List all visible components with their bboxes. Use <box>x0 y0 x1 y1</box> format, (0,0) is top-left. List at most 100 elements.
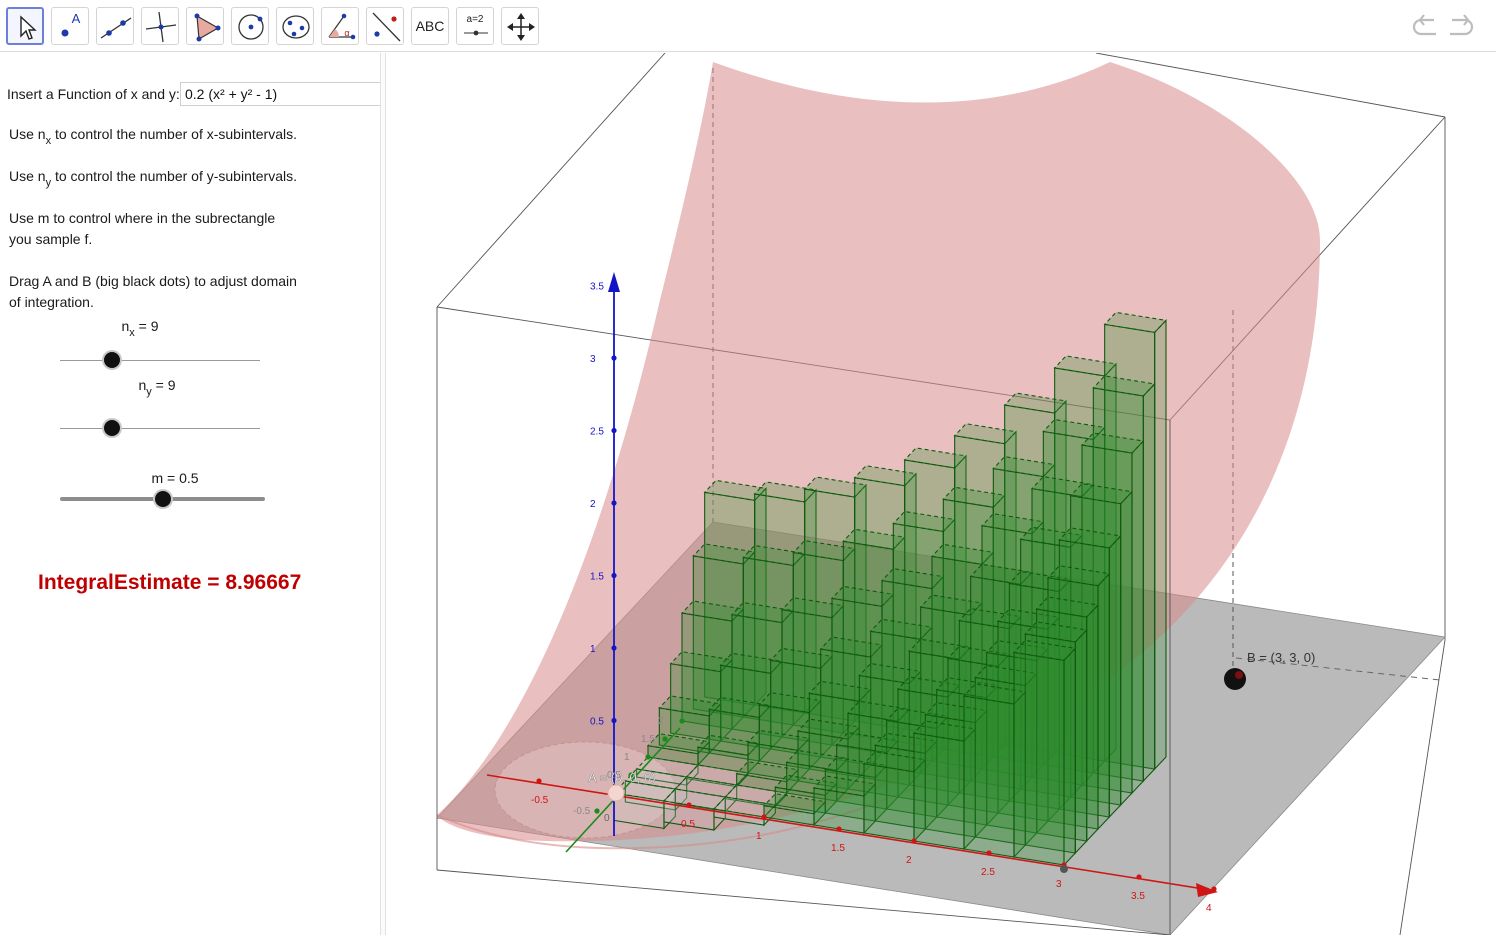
z-axis-tick-mark <box>611 572 617 579</box>
z-axis-tick-mark <box>611 500 617 506</box>
x-axis-tick-mark <box>836 826 842 832</box>
undo-icon[interactable] <box>1410 12 1440 40</box>
redo-icon[interactable] <box>1446 12 1476 40</box>
angle-icon <box>328 13 356 40</box>
line-icon <box>100 17 132 39</box>
origin-label: 0 <box>604 813 610 824</box>
m-name: m <box>151 470 164 486</box>
z-axis-tick-label: 2 <box>590 499 596 510</box>
integral-equals: = <box>207 571 220 594</box>
ny-slider-label: ny = 9 <box>138 377 176 398</box>
ny-value: 9 <box>167 377 176 393</box>
riemann-box-side <box>1063 647 1076 867</box>
nx-slider-knob[interactable] <box>104 352 120 368</box>
riemann-box-side <box>1154 319 1167 771</box>
z-axis-tick-label: 2.5 <box>590 427 604 438</box>
nx-instructions-post: to control the number of x-subintervals. <box>51 126 297 142</box>
move-graphics-tool[interactable] <box>501 7 539 45</box>
riemann-box-side <box>1131 439 1144 795</box>
riemann-box-front <box>913 732 965 850</box>
drag-instructions-line-1: Drag A and B (big black dots) to adjust … <box>9 273 297 289</box>
riemann-box-side <box>1086 603 1099 843</box>
m-slider-label: m = 0.5 <box>151 470 199 486</box>
x-axis-tick-label: 1 <box>756 831 762 842</box>
z-axis-tick-label: 1 <box>590 644 596 655</box>
nx-instructions: Use nx to control the number of x-subint… <box>9 124 297 147</box>
nx-slider-track[interactable] <box>60 360 260 361</box>
function-input-label: Insert a Function of x and y: <box>7 86 180 102</box>
function-input[interactable] <box>180 82 380 106</box>
ny-instructions: Use ny to control the number of y-subint… <box>9 166 297 189</box>
text-tool[interactable]: ABC <box>411 7 449 45</box>
x-axis-tick-label: 0.5 <box>681 819 695 830</box>
point-a[interactable] <box>607 784 625 802</box>
z-axis-arrow <box>608 272 620 292</box>
nx-instructions-sub: x <box>45 135 52 147</box>
x-axis-tick-mark <box>761 814 767 820</box>
m-instructions-line-2: you sample f. <box>9 231 93 247</box>
y-axis-tick-mark <box>594 808 600 814</box>
x-axis-tick-label: 1.5 <box>831 843 845 854</box>
circle-tool[interactable] <box>231 7 269 45</box>
3d-scene[interactable]: -0.50.511.522.533.54-0.50.511.520.511.52… <box>387 53 1496 935</box>
point-b[interactable] <box>1224 668 1246 690</box>
y-axis-tick-mark <box>662 736 668 742</box>
riemann-box-side <box>1108 534 1122 819</box>
angle-tool[interactable]: α <box>321 7 359 45</box>
arrow-cursor-icon <box>20 15 37 40</box>
polygon-tool[interactable] <box>186 7 224 45</box>
z-axis-tick-mark <box>611 645 617 651</box>
nx-value: 9 <box>150 318 159 334</box>
reflect-tool[interactable] <box>366 7 404 45</box>
line-tool[interactable] <box>96 7 134 45</box>
graphics-3d-view[interactable]: -0.5 0.5 1 1.5 2 2.5 3 3.5 4 -0.5 0.5 1 1.5 2 0.5 1 1.5 2… <box>387 53 1496 935</box>
y-axis-tick-label: 1 <box>624 752 630 763</box>
riemann-box-front <box>1013 651 1065 866</box>
nx-slider-label: nx = 9 <box>121 318 159 339</box>
m-instructions: Use m to control where in the subrectang… <box>9 208 275 250</box>
panel-divider[interactable] <box>380 53 386 935</box>
ny-slider-knob[interactable] <box>104 420 120 436</box>
y-axis-tick-label: 2 <box>658 716 664 727</box>
m-slider-knob[interactable] <box>154 491 171 507</box>
slider-tool[interactable]: a=2 <box>456 7 494 45</box>
x-axis-tick-mark <box>686 802 692 808</box>
move-tool[interactable] <box>6 7 44 45</box>
circle-icon <box>238 14 264 40</box>
ny-slider-track[interactable] <box>60 428 260 429</box>
conic-tool[interactable] <box>276 7 314 45</box>
x-axis-tick-label: 4 <box>1206 903 1212 914</box>
point-tool[interactable]: A <box>51 7 89 45</box>
ny-instructions-post: to control the number of y-subintervals. <box>51 168 297 184</box>
angle-tool-label: α <box>344 28 350 38</box>
reflect-line-icon <box>372 12 401 42</box>
point-tool-label: A <box>71 11 81 26</box>
drag-instructions: Drag A and B (big black dots) to adjust … <box>9 271 297 313</box>
x-axis-tick-label: 2.5 <box>981 867 995 878</box>
integral-value: 8.96667 <box>225 571 302 594</box>
x-axis-tick-label: 3.5 <box>1131 891 1145 902</box>
m-instructions-line-1: Use m to control where in the subrectang… <box>9 210 276 226</box>
y-axis-tick-mark <box>679 718 685 724</box>
ny-instructions-sub: y <box>45 177 52 189</box>
nx-sub: x <box>129 327 135 339</box>
x-axis-tick-label: 3 <box>1056 879 1062 890</box>
ellipse-icon <box>282 15 310 39</box>
slider-icon <box>464 30 488 36</box>
text-tool-label: ABC <box>415 18 445 34</box>
ny-instructions-pre: Use n <box>9 168 46 184</box>
move-arrows-icon <box>507 13 535 41</box>
x-axis-tick-mark <box>1136 874 1142 880</box>
x-axis-tick-mark <box>986 850 992 856</box>
z-axis-tick-mark <box>611 717 617 724</box>
drag-instructions-line-2: of integration. <box>9 294 94 310</box>
perpendicular-line-tool[interactable] <box>141 7 179 45</box>
y-axis-tick-mark <box>645 754 651 760</box>
x-axis-tick-label: 2 <box>906 855 912 866</box>
riemann-box-front <box>963 695 1015 858</box>
riemann-box-side <box>1120 490 1133 807</box>
y-axis-tick-label: -0.5 <box>573 806 591 817</box>
riemann-box-side <box>1074 628 1088 855</box>
x-axis-tick-label: -0.5 <box>531 795 549 806</box>
y-axis-tick-label: 1.5 <box>641 734 655 745</box>
